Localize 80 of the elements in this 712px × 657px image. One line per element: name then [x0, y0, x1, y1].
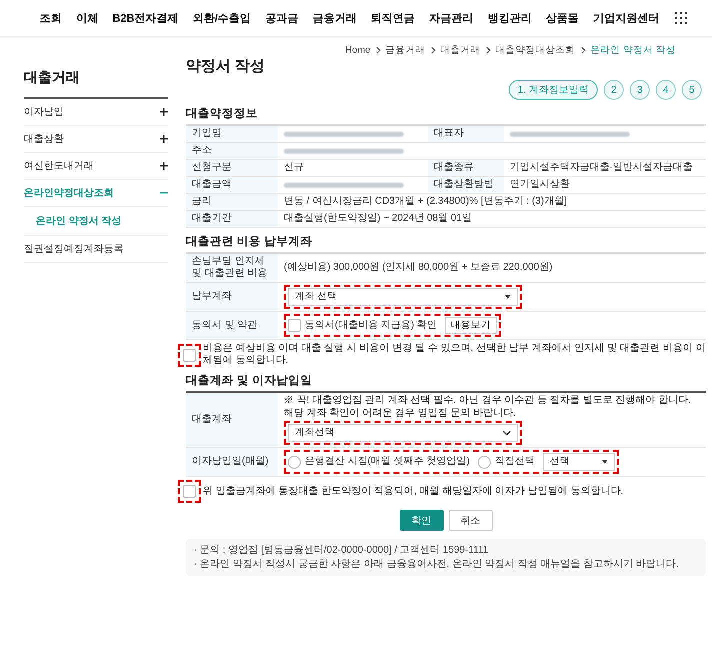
sidebar-item[interactable]: 대출상환: [24, 126, 168, 153]
chevron-icon: [580, 47, 586, 54]
table-header-cell: 대출상환방법: [428, 177, 504, 193]
nav-menu-item[interactable]: 외환/수출입: [193, 10, 252, 26]
nav-menu-item[interactable]: B2B전자결제: [112, 10, 179, 26]
sidebar-item[interactable]: 여신한도내거래: [24, 153, 168, 180]
table-header-cell: 대출기간: [186, 211, 278, 227]
breadcrumb-link[interactable]: 금융거래: [386, 44, 426, 57]
table-cell-text: 연기일시상환: [508, 178, 571, 192]
checkbox-label: 동의서(대출비용 지급용) 확인: [305, 320, 438, 332]
nav-menu-item[interactable]: 퇴직연금: [371, 10, 416, 26]
radio-button[interactable]: [288, 456, 301, 468]
radio-label: 은행결산 시점(매월 셋째주 첫영업일): [305, 456, 470, 468]
chevron-icon: [486, 47, 491, 54]
checkbox[interactable]: [288, 319, 301, 332]
nav-menu-item[interactable]: 금융거래: [312, 10, 357, 26]
plus-icon: [160, 162, 168, 170]
table-header-cell: 대출계좌: [186, 393, 278, 447]
table-header-cell: 주소: [186, 143, 278, 159]
nav-menu-item[interactable]: 뱅킹관리: [488, 10, 532, 26]
radio-label: 직접선택: [495, 456, 535, 468]
confirm-button[interactable]: 확인: [400, 510, 444, 531]
table-cell-text: 신규: [283, 161, 305, 175]
section-title: 대출관련 비용 납부계좌: [186, 234, 314, 249]
sidebar-item[interactable]: 이자납입: [24, 99, 168, 126]
caret-icon: [503, 430, 511, 436]
agreement-text: 위 입출금계좌에 통장대출 한도약정이 적용되어, 매월 해당일자에 이자가 납입됨에 동의합니다.: [203, 486, 624, 498]
info-text: · 문의 : 영업점 [병동금융센터/02-0000-0000] / 고객센터 1599-1111: [194, 544, 490, 558]
chevron-icon: [376, 47, 381, 54]
chevron-icon: [430, 47, 436, 54]
section-title: 대출약정정보: [186, 106, 259, 121]
step-indicator: 1. 계좌정보입력: [508, 80, 598, 100]
breadcrumb-link[interactable]: 대출거래: [440, 44, 481, 57]
info-text: · 온라인 약정서 작성시 궁금한 사항은 아래 금융용어사전, 온라인 약정서 작성 매뉴얼을 참고하시기 바랍니다.: [194, 558, 680, 571]
caret-icon: [505, 295, 511, 299]
view-content-button[interactable]: 내용보기: [445, 317, 498, 334]
breadcrumb-link[interactable]: Home: [345, 45, 371, 56]
table-cell-text: 변동 / 여신시장금리 CD3개월 + (2.34800)% [변동주기 : (3)개월]: [283, 195, 568, 209]
nav-menu-item[interactable]: 이체: [76, 10, 98, 26]
table-header-cell: 대출금액: [186, 177, 278, 193]
table-header-cell: 대표자: [428, 126, 504, 142]
sidebar-item[interactable]: 질권설정예정계좌등록: [24, 236, 168, 263]
nav-menu-item[interactable]: 조회: [40, 10, 62, 26]
step-indicator: 3: [630, 80, 650, 100]
dropdown[interactable]: 계좌 선택: [288, 288, 518, 306]
table-header-cell: 이자납입일(매월): [186, 448, 278, 476]
step-indicator: 4: [656, 80, 676, 100]
plus-icon: [160, 108, 168, 116]
step-indicator: 5: [682, 80, 702, 100]
nav-menu-item[interactable]: 상품몰: [546, 10, 580, 26]
nav-menu-item[interactable]: 기업지원센터: [594, 10, 660, 26]
table-header-cell: 기업명: [186, 126, 278, 142]
checkbox[interactable]: [183, 485, 196, 498]
plus-icon: [160, 135, 168, 143]
table-cell-text: (예상비용) 300,000원 (인지세 80,000원 + 보증료 220,000원): [284, 262, 553, 274]
nav-menu-item[interactable]: 공과금: [265, 10, 298, 26]
all-menu-icon[interactable]: [674, 11, 688, 25]
dropdown[interactable]: 계좌선택: [288, 424, 518, 442]
table-cell-text: 대출실행(한도약정일) ~ 2024년 08월 01일: [283, 212, 474, 226]
caret-icon: [602, 460, 608, 464]
step-indicator: 2: [604, 80, 624, 100]
notice-text: 해당 계좌 확인이 어려운 경우 영업점 문의 바랍니다.: [284, 408, 516, 420]
table-header-cell: 신청구분: [186, 160, 278, 176]
sidebar-title: 대출거래: [24, 61, 168, 99]
section-title: 대출계좌 및 이자납입일: [186, 374, 314, 388]
table-header-cell: 납부계좌: [186, 283, 278, 311]
cancel-button[interactable]: 취소: [448, 510, 492, 531]
table-header-cell: 손님부담 인지세 및 대출관련 비용: [186, 254, 278, 282]
table-cell-text: 기업시설주택자금대출-일반시설자금대출: [508, 161, 694, 175]
agreement-text: 비용은 예상비용 이며 대출 실행 시 비용이 변경 될 수 있으며, 선택한 납부 계좌에서 인지세 및 대출관련 비용이 이체됨에 동의합니다.: [203, 343, 706, 367]
checkbox[interactable]: [183, 348, 196, 362]
notice-text: ※ 꼭! 대출영업점 관리 계좌 선택 필수. 아닌 경우 이수관 등 절차를 별도로 진행해야 합니다.: [284, 395, 692, 407]
page-title: 약정서 작성: [186, 57, 266, 76]
table-header-cell: 동의서 및 약관: [186, 312, 278, 339]
table-header-cell: 금리: [186, 194, 278, 210]
nav-menu-item[interactable]: 자금관리: [429, 10, 474, 26]
radio-button[interactable]: [478, 456, 491, 468]
table-header-cell: 대출종류: [428, 160, 504, 176]
dropdown[interactable]: 선택: [543, 453, 615, 471]
breadcrumb-link[interactable]: 대출약정대상조회: [496, 44, 576, 57]
